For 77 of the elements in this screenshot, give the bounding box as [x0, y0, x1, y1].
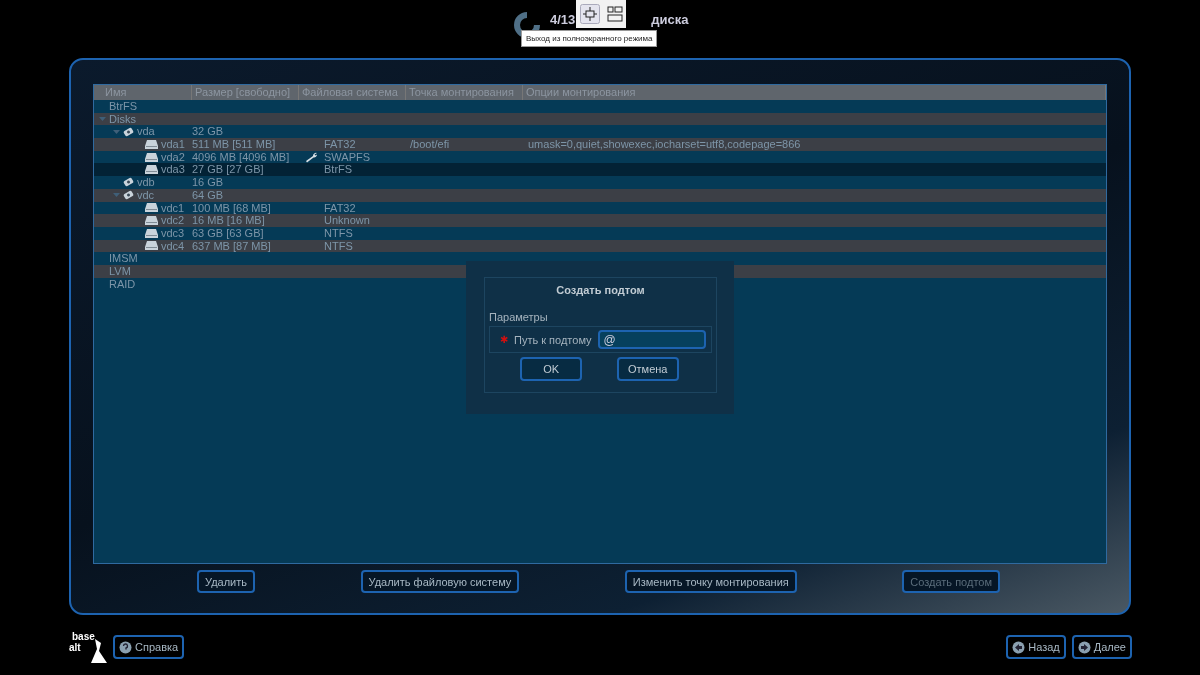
drive-icon: [145, 228, 158, 238]
name-cell: vdc: [137, 188, 155, 202]
action-button[interactable]: Удалить файловую систему: [360, 570, 520, 593]
filesystem-cell: BtrFS: [324, 163, 353, 177]
action-button[interactable]: Изменить точку монтирования: [624, 570, 797, 593]
required-mark: ✱: [500, 334, 508, 345]
drive-icon: [145, 216, 158, 226]
dialog-button[interactable]: Отмена: [616, 357, 679, 381]
filesystem-cell: FAT32: [324, 201, 356, 215]
size-cell: 100 MB [68 MB]: [192, 201, 271, 214]
name-cell: BtrFS: [109, 100, 138, 113]
logo: base alt: [69, 631, 109, 663]
table-row[interactable]: vdc 64 GB: [94, 188, 1106, 202]
table-row[interactable]: vda1 511 MB [511 MB] FAT32 /boot/efi umask=0,quiet,showexec,iocharset=utf8,codepage=866: [94, 138, 1106, 151]
mount-options-cell: umask=0,quiet,showexec,iocharset=utf8,codepage=866: [528, 138, 801, 151]
table-row[interactable]: vda2 4096 MB [4096 MB] SWAPFS: [94, 150, 1106, 164]
table-row[interactable]: vdc1 100 MB [68 MB] FAT32: [94, 201, 1106, 215]
table-row[interactable]: BtrFS: [94, 100, 1106, 113]
size-cell: 4096 MB [4096 MB]: [192, 150, 290, 163]
filesystem-cell: FAT32: [324, 138, 356, 151]
size-cell: 511 MB [511 MB]: [192, 138, 276, 151]
table-row[interactable]: IMSM: [94, 252, 1106, 265]
caret-icon[interactable]: [112, 192, 120, 199]
drive-icon: [145, 203, 158, 213]
section-label: Параметры: [489, 311, 549, 323]
name-cell: vdb: [137, 176, 155, 189]
drive-icon: [145, 152, 158, 162]
drive-icon: [145, 241, 158, 251]
left-arrow-icon: [1012, 640, 1026, 654]
table-row[interactable]: vdb 16 GB: [94, 176, 1106, 189]
table-row[interactable]: vdc4 637 MB [87 MB] NTFS: [94, 239, 1106, 253]
help-icon: [119, 640, 132, 654]
name-cell: vda3: [161, 163, 185, 177]
drive-icon: [145, 165, 158, 175]
subvolume-path-field[interactable]: @: [597, 330, 706, 349]
size-cell: 63 GB [63 GB]: [192, 226, 264, 239]
right-arrow-icon: [1077, 640, 1091, 654]
dialog-title: Создать подтом: [555, 284, 646, 296]
name-cell: vdc1: [161, 201, 185, 215]
name-cell: vda: [137, 125, 155, 139]
name-cell: vda1: [161, 138, 185, 151]
filesystem-cell: NTFS: [324, 239, 353, 253]
name-cell: vdc2: [161, 214, 185, 227]
help-button[interactable]: Справка: [113, 635, 185, 659]
tooltip: Выход из полноэкранного режима: [521, 30, 658, 47]
size-cell: 27 GB [27 GB]: [192, 163, 264, 176]
table-row[interactable]: Disks: [94, 112, 1106, 126]
next-button[interactable]: Далее: [1071, 635, 1132, 659]
size-cell: 637 MB [87 MB]: [192, 239, 271, 252]
action-button[interactable]: Удалить: [197, 570, 255, 593]
field-label: Путь к подтому: [514, 333, 592, 346]
wrench-icon: [305, 151, 318, 163]
name-cell: Disks: [109, 112, 136, 126]
table-row[interactable]: vdc3 63 GB [63 GB] NTFS: [94, 226, 1106, 240]
windows-icon[interactable]: [606, 6, 623, 22]
name-cell: vdc4: [161, 239, 185, 253]
size-cell: 32 GB: [192, 125, 224, 138]
name-cell: vdc3: [161, 226, 185, 240]
name-cell: LVM: [109, 264, 131, 278]
table-row[interactable]: vda 32 GB: [94, 125, 1106, 139]
filesystem-cell: NTFS: [324, 226, 353, 240]
name-cell: vda2: [161, 150, 185, 164]
size-cell: 16 GB: [192, 176, 224, 189]
back-button[interactable]: Назад: [1006, 635, 1066, 659]
filesystem-cell: Unknown: [324, 214, 370, 227]
table-row[interactable]: vda3 27 GB [27 GB] BtrFS: [94, 163, 1106, 177]
size-cell: 64 GB: [192, 188, 224, 201]
table-row[interactable]: vdc2 16 MB [16 MB] Unknown: [94, 214, 1106, 227]
drive-icon: [145, 139, 158, 149]
size-cell: 16 MB [16 MB]: [192, 214, 265, 227]
dialog-button[interactable]: OK: [520, 357, 583, 381]
name-cell: IMSM: [109, 252, 138, 265]
mount-point-cell: /boot/efi: [410, 138, 450, 151]
window-title: 4/13: [550, 13, 576, 27]
filesystem-cell: SWAPFS: [324, 150, 371, 164]
exit-fullscreen-icon[interactable]: [579, 4, 600, 24]
window-title: диска: [651, 13, 689, 27]
